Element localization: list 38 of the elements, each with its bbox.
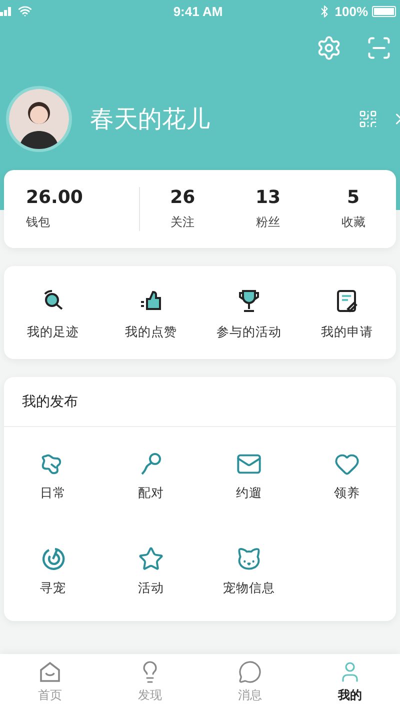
stat-label[interactable]: 收藏 (341, 214, 366, 231)
trophy-icon (236, 288, 262, 314)
chat-icon (238, 660, 262, 684)
cat-icon (236, 546, 262, 572)
qr-code-icon[interactable] (358, 109, 378, 129)
document-edit-icon (334, 288, 360, 314)
category-label[interactable]: 约遛 (236, 485, 262, 502)
category-label[interactable]: 配对 (138, 485, 164, 502)
stat-label[interactable]: 粉丝 (256, 214, 280, 231)
signal-icon (0, 6, 14, 16)
shortcut-label[interactable]: 我的申请 (321, 324, 373, 341)
home-icon (38, 660, 62, 684)
shortcut-label[interactable]: 参与的活动 (216, 324, 282, 341)
avatar[interactable] (6, 86, 72, 152)
shortcut-label[interactable]: 我的点赞 (125, 324, 177, 341)
wifi-icon (18, 4, 32, 18)
shortcut-label[interactable]: 我的足迹 (27, 324, 79, 341)
stat-value[interactable]: 26.00 (26, 187, 83, 208)
stat-value[interactable]: 26 (170, 187, 196, 208)
status-time: 9:41 AM (173, 4, 223, 18)
tab[interactable]: 我的 (300, 654, 400, 710)
stat-value[interactable]: 13 (255, 187, 281, 208)
category-label[interactable]: 日常 (40, 485, 66, 502)
user-name: 春天的花儿 (90, 104, 211, 135)
battery-percent: 100% (334, 4, 368, 18)
category-label[interactable]: 寻宠 (40, 580, 66, 597)
battery-icon (372, 6, 396, 16)
scan-icon[interactable] (366, 35, 392, 61)
stat-value[interactable]: 5 (347, 187, 360, 208)
category-label[interactable]: 宠物信息 (223, 580, 275, 597)
stat-label[interactable]: 关注 (170, 214, 195, 231)
radar-icon (40, 546, 66, 572)
section-title: 我的发布 (22, 392, 78, 410)
settings-icon[interactable] (316, 35, 342, 61)
category-label[interactable]: 活动 (138, 580, 164, 597)
star-icon (138, 546, 164, 572)
stat-label[interactable]: 钱包 (26, 214, 50, 231)
category-label[interactable]: 领养 (334, 485, 360, 502)
